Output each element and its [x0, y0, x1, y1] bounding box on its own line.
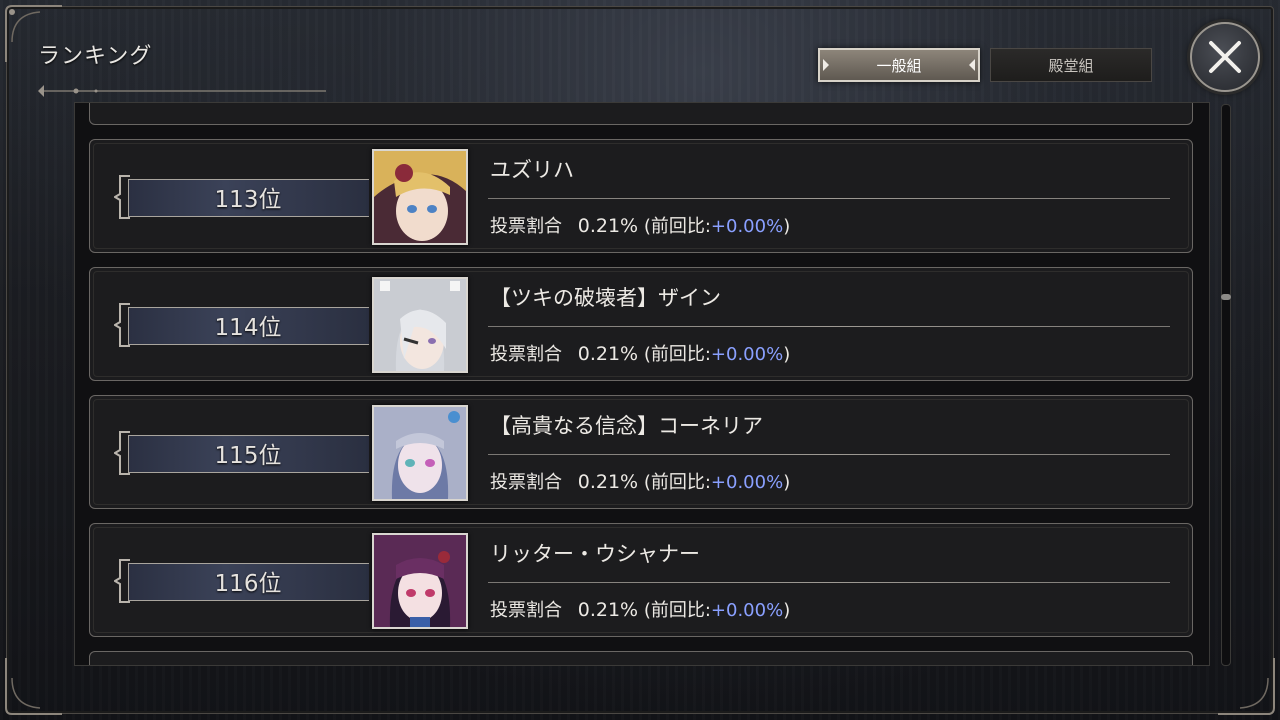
close-button[interactable] — [1190, 22, 1260, 92]
character-name: 【ツキの破壊者】ザイン — [490, 286, 721, 310]
list-item-partial-bottom — [89, 651, 1193, 665]
character-portrait — [372, 405, 468, 501]
rank-badge: 116位 — [114, 558, 374, 604]
character-portrait — [372, 149, 468, 245]
scrollbar-track[interactable] — [1221, 104, 1231, 666]
vote-percentage: 0.21% — [577, 599, 639, 621]
ornament-corner-icon — [1218, 658, 1275, 715]
tab-label: 一般組 — [876, 56, 922, 75]
vote-label: 投票割合 — [490, 472, 562, 493]
character-portrait — [372, 277, 468, 373]
prev-diff: +0.00% — [710, 600, 784, 621]
title-underline-ornament-icon — [38, 85, 326, 97]
divider — [488, 198, 1170, 199]
ranking-list[interactable]: 113位 ユズリハ 投票割合 0.21% (前回比:+0.00%) 114位 【… — [74, 102, 1210, 666]
rank-badge: 113位 — [114, 174, 374, 220]
prev-prefix: (前回比: — [643, 472, 711, 493]
vote-stats: 投票割合 0.21% (前回比:+0.00%) — [490, 340, 790, 366]
ranking-row[interactable]: 113位 ユズリハ 投票割合 0.21% (前回比:+0.00%) — [89, 139, 1193, 253]
character-portrait — [372, 533, 468, 629]
character-name: 【高貴なる信念】コーネリア — [490, 414, 763, 438]
rank-badge: 114位 — [114, 302, 374, 348]
rank-badge: 115位 — [114, 430, 374, 476]
rank-label: 113位 — [214, 187, 282, 213]
ranking-group-tabs: 一般組 殿堂組 — [818, 48, 1152, 82]
scrollbar-thumb[interactable] — [1221, 294, 1231, 300]
ornament-corner-icon — [5, 658, 62, 715]
tab-general-group[interactable]: 一般組 — [818, 48, 980, 82]
prev-diff: +0.00% — [710, 472, 784, 493]
vote-percentage: 0.21% — [577, 215, 639, 237]
vote-label: 投票割合 — [490, 216, 562, 237]
ranking-row[interactable]: 115位 【高貴なる信念】コーネリア 投票割合 0.21% (前回比:+0.00… — [89, 395, 1193, 509]
divider — [488, 326, 1170, 327]
divider — [488, 454, 1170, 455]
rank-label: 114位 — [214, 315, 282, 341]
vote-stats: 投票割合 0.21% (前回比:+0.00%) — [490, 212, 790, 238]
prev-diff: +0.00% — [710, 216, 784, 237]
prev-prefix: (前回比: — [643, 216, 711, 237]
prev-suffix: ) — [783, 472, 791, 493]
prev-prefix: (前回比: — [643, 344, 711, 365]
prev-prefix: (前回比: — [643, 600, 711, 621]
rank-label: 116位 — [214, 571, 282, 597]
vote-percentage: 0.21% — [577, 343, 639, 365]
vote-label: 投票割合 — [490, 600, 562, 621]
vote-stats: 投票割合 0.21% (前回比:+0.00%) — [490, 596, 790, 622]
tab-hall-of-fame-group[interactable]: 殿堂組 — [990, 48, 1152, 82]
list-item-partial-top — [89, 103, 1193, 125]
rank-label: 115位 — [214, 443, 282, 469]
ranking-row[interactable]: 116位 リッター・ウシャナー 投票割合 0.21% (前回比:+0.00%) — [89, 523, 1193, 637]
tab-label: 殿堂組 — [1048, 56, 1094, 75]
divider — [488, 582, 1170, 583]
page-title: ランキング — [38, 44, 153, 69]
character-name: ユズリハ — [490, 158, 574, 182]
prev-suffix: ) — [783, 600, 791, 621]
prev-diff: +0.00% — [710, 344, 784, 365]
character-name: リッター・ウシャナー — [490, 542, 700, 566]
vote-percentage: 0.21% — [577, 471, 639, 493]
prev-suffix: ) — [783, 216, 791, 237]
prev-suffix: ) — [783, 344, 791, 365]
close-x-icon — [1209, 41, 1241, 73]
vote-stats: 投票割合 0.21% (前回比:+0.00%) — [490, 468, 790, 494]
ranking-row[interactable]: 114位 【ツキの破壊者】ザイン 投票割合 0.21% (前回比:+0.00%) — [89, 267, 1193, 381]
vote-label: 投票割合 — [490, 344, 562, 365]
